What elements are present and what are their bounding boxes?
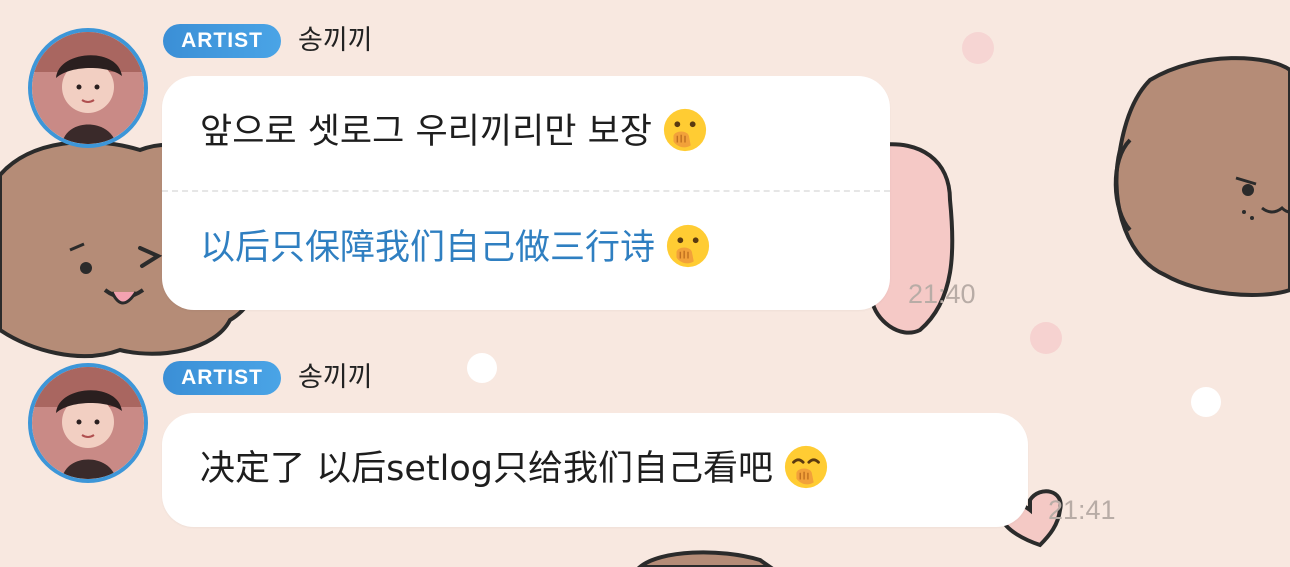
message-original-text: 앞으로 셋로그 우리끼리만 보장 (200, 112, 652, 152)
face-with-hand-over-mouth-icon (666, 224, 710, 268)
sender-name[interactable]: 송끼끼 (298, 24, 373, 58)
hugging-face-icon (784, 445, 828, 489)
wallpaper-dot (1191, 387, 1221, 417)
bottom-dog-illustration (636, 550, 774, 567)
artist-avatar[interactable] (28, 363, 148, 483)
message-text: 앞으로 셋로그 우리끼리만 보장 (200, 108, 708, 156)
artist-avatar[interactable] (28, 28, 148, 148)
message-translation: 以后只保障我们自己做三行诗 (200, 224, 711, 272)
translation-divider (162, 190, 890, 192)
wallpaper-dot (1030, 322, 1062, 354)
message-text: 决定了 以后setlog只给我们自己看吧 (200, 445, 829, 493)
message-timestamp: 21:41 (1048, 495, 1116, 525)
message-bubble[interactable]: 决定了 以后setlog只给我们自己看吧 (162, 413, 1028, 527)
wallpaper-dot (467, 353, 497, 383)
message-translation-text: 以后只保障我们自己做三行诗 (200, 228, 656, 268)
avatar-photo (32, 32, 144, 144)
message-timestamp: 21:40 (908, 279, 976, 309)
message-bubble[interactable]: 앞으로 셋로그 우리끼리만 보장 以后只保障我们自己做三行诗 (162, 76, 890, 310)
face-with-hand-over-mouth-icon (663, 108, 707, 152)
artist-badge: ARTIST (163, 24, 281, 58)
artist-badge: ARTIST (163, 361, 281, 395)
right-dog-illustration (1113, 56, 1290, 297)
message-original-text: 决定了 以后setlog只给我们自己看吧 (200, 449, 773, 489)
wallpaper-dot (962, 32, 994, 64)
avatar-photo (32, 367, 144, 479)
sender-name[interactable]: 송끼끼 (298, 361, 373, 395)
